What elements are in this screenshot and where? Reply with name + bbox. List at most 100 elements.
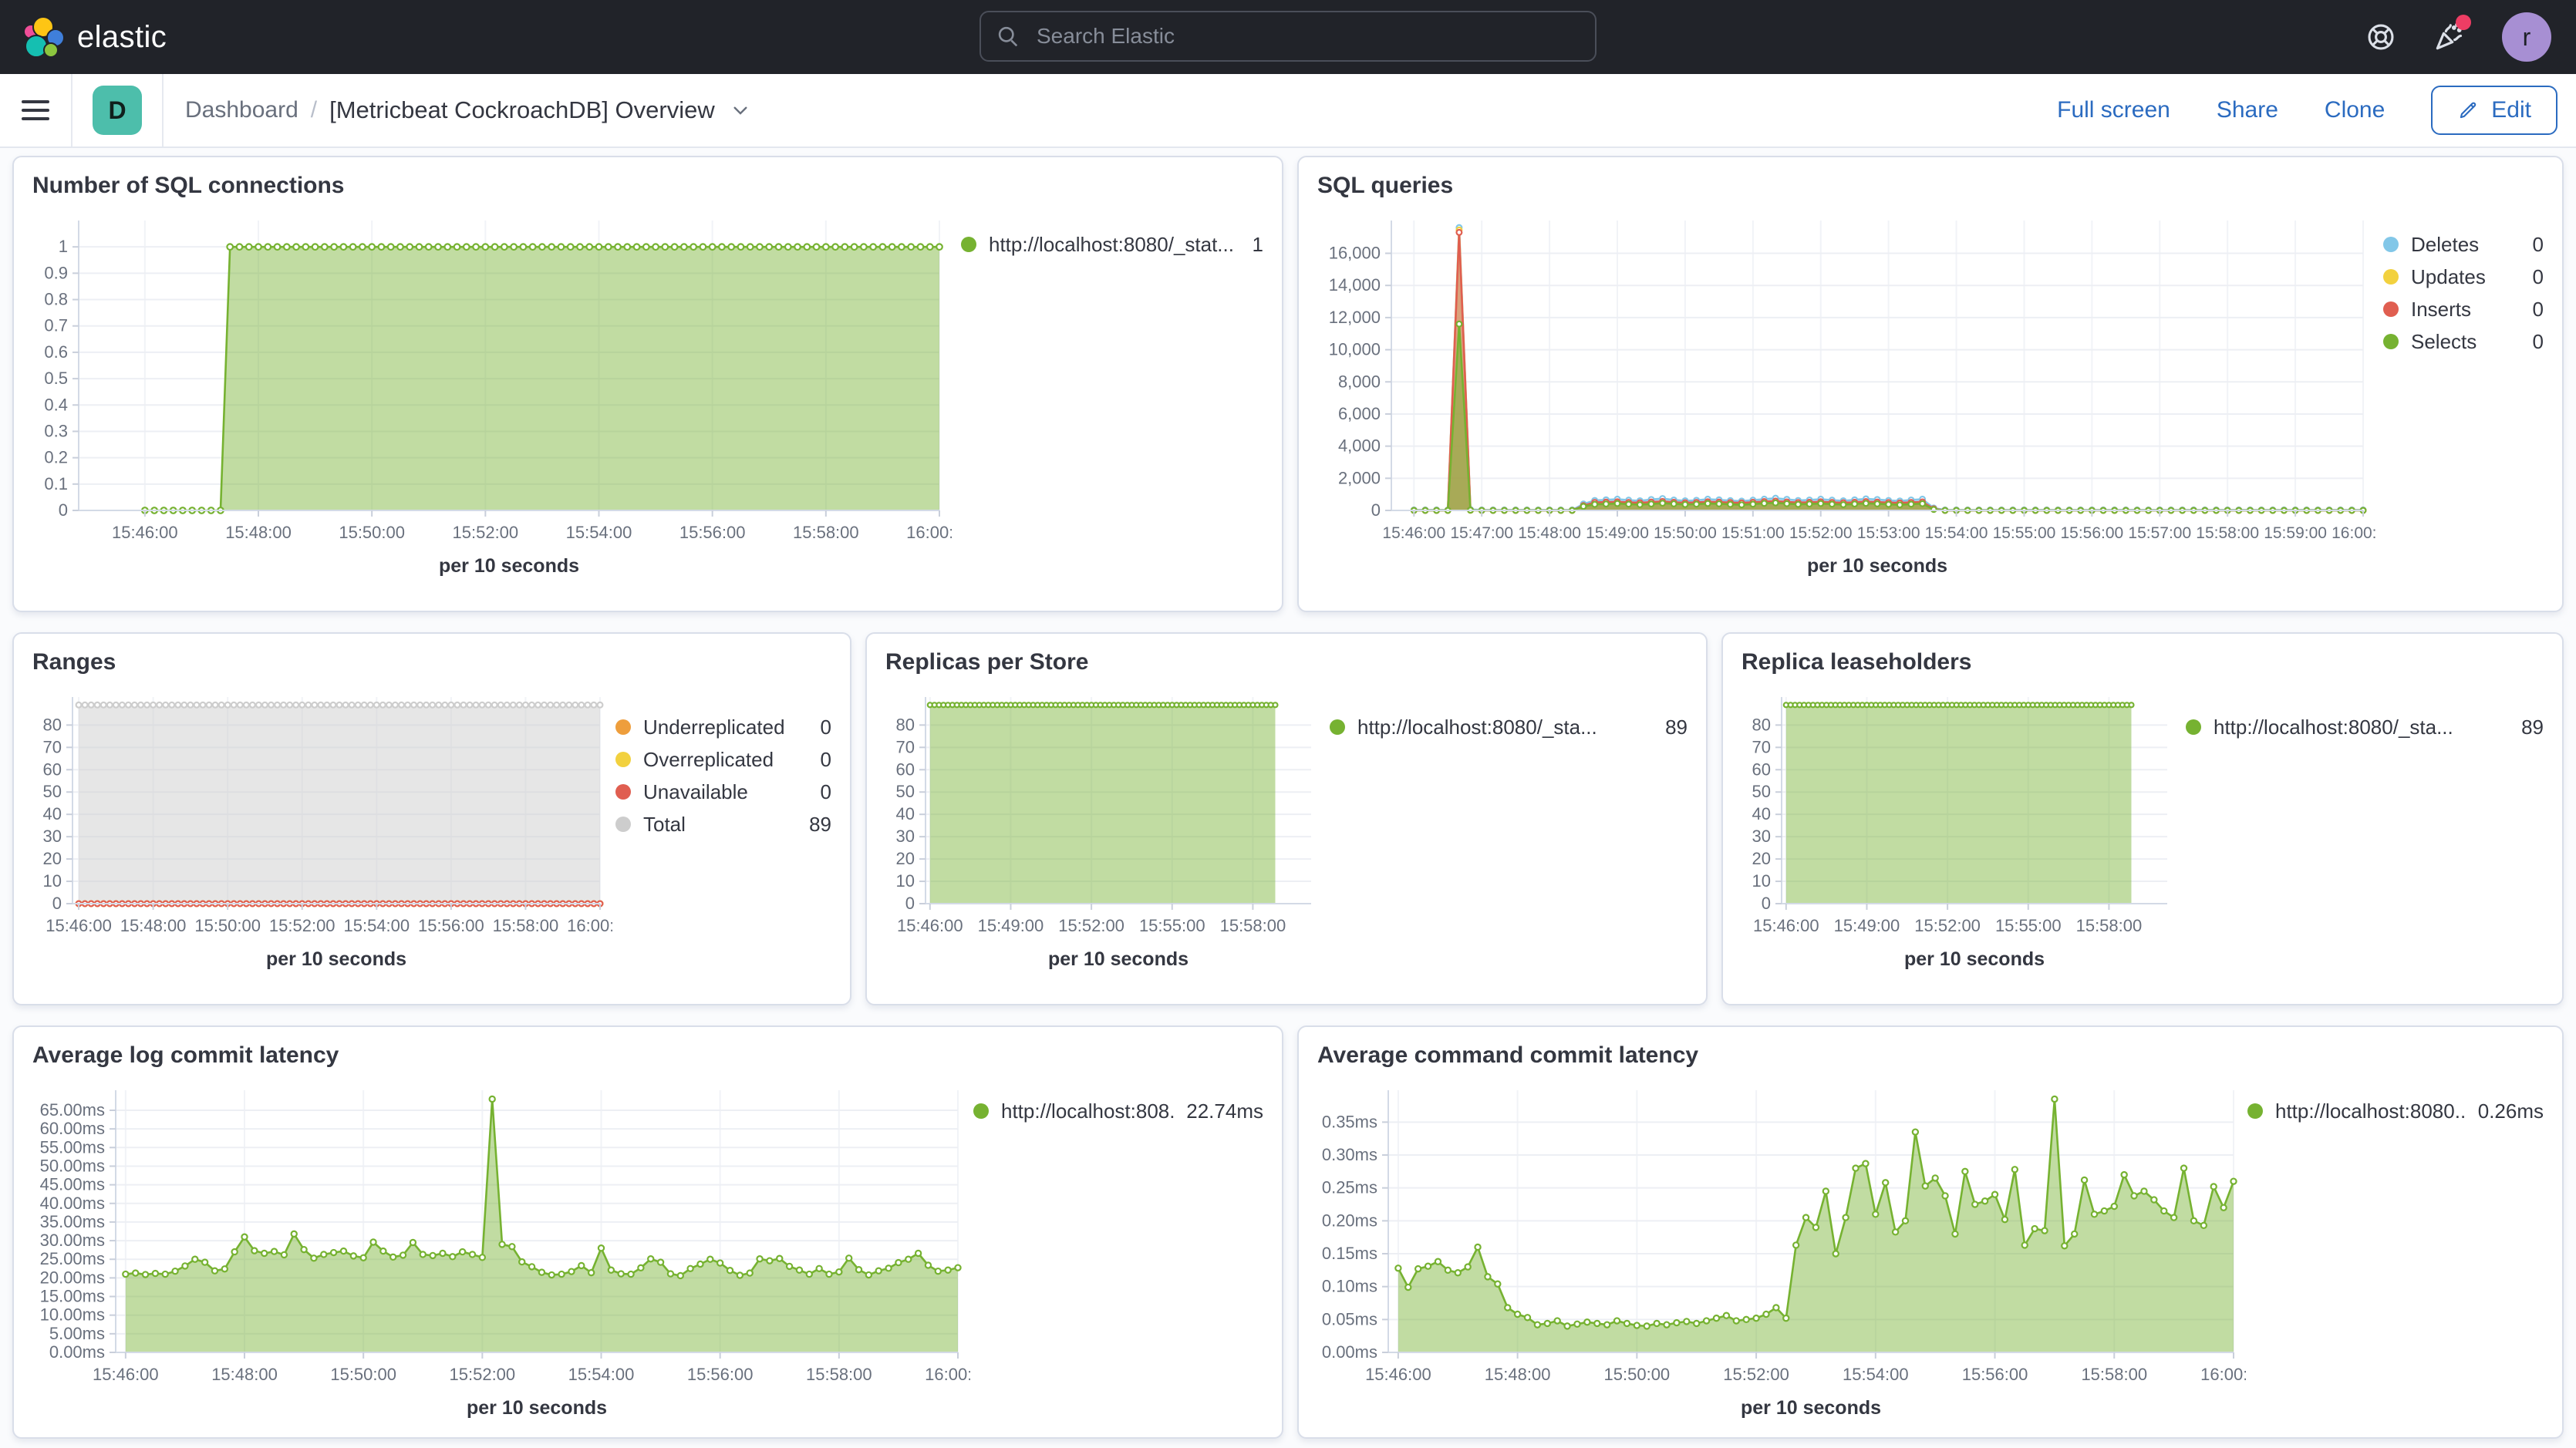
svg-text:15:58:00: 15:58:00 [2076, 916, 2143, 935]
dashboard-app-badge[interactable]: D [93, 86, 142, 135]
svg-text:0: 0 [59, 500, 68, 520]
legend-item[interactable]: Updates0 [2383, 261, 2544, 293]
legend-label: Inserts [2411, 298, 2471, 322]
panel-title: SQL queries [1299, 157, 2562, 202]
help-icon[interactable] [2366, 22, 2396, 52]
top-nav: elastic r [0, 0, 2576, 74]
chevron-down-icon[interactable] [730, 100, 750, 120]
svg-text:15:56:00: 15:56:00 [687, 1365, 754, 1384]
legend-item[interactable]: Overreplicated0 [615, 743, 831, 776]
notification-dot [2456, 15, 2471, 30]
breadcrumb-dashboard[interactable]: Dashboard [185, 97, 298, 123]
legend-swatch [973, 1103, 989, 1119]
svg-text:15.00ms: 15.00ms [40, 1287, 105, 1306]
area-series [930, 705, 1276, 904]
full-screen-button[interactable]: Full screen [2057, 97, 2170, 123]
svg-text:20: 20 [43, 849, 62, 868]
x-axis-title: per 10 seconds [467, 1397, 607, 1419]
svg-text:20: 20 [1752, 849, 1771, 868]
user-avatar[interactable]: r [2502, 12, 2551, 62]
svg-text:55.00ms: 55.00ms [40, 1137, 105, 1157]
menu-hamburger-icon[interactable] [0, 95, 71, 126]
legend-item[interactable]: Selects0 [2383, 325, 2544, 358]
svg-text:15:54:00: 15:54:00 [568, 1365, 635, 1384]
legend-item[interactable]: Inserts0 [2383, 293, 2544, 325]
area-series [145, 247, 939, 510]
legend-label: Underreplicated [643, 716, 785, 739]
area-series [126, 1099, 958, 1352]
newsfeed-icon[interactable] [2433, 21, 2465, 53]
edit-button[interactable]: Edit [2431, 86, 2557, 135]
elastic-brand[interactable]: elastic [0, 16, 167, 58]
svg-text:40.00ms: 40.00ms [40, 1194, 105, 1213]
svg-text:4,000: 4,000 [1338, 436, 1381, 456]
svg-text:50: 50 [1752, 782, 1771, 801]
chart-svg: 0.00ms5.00ms10.00ms15.00ms20.00ms25.00ms… [26, 1072, 970, 1429]
svg-text:15:53:00: 15:53:00 [1857, 524, 1920, 542]
legend-value: 1 [1240, 233, 1263, 257]
svg-text:12,000: 12,000 [1329, 308, 1381, 327]
svg-text:15:46:00: 15:46:00 [93, 1365, 159, 1384]
share-button[interactable]: Share [2217, 97, 2278, 123]
legend-item[interactable]: http://localhost:8080...0.26ms [2247, 1095, 2544, 1127]
svg-text:15:49:00: 15:49:00 [978, 916, 1044, 935]
svg-text:20: 20 [896, 849, 915, 868]
legend-value: 0 [808, 716, 831, 739]
svg-text:15:46:00: 15:46:00 [1382, 524, 1445, 542]
svg-text:0: 0 [905, 894, 915, 913]
legend-item[interactable]: http://localhost:8080/_sta...89 [1330, 711, 1688, 743]
svg-text:50: 50 [43, 782, 62, 801]
svg-text:15:54:00: 15:54:00 [1843, 1365, 1909, 1384]
svg-text:15:58:00: 15:58:00 [793, 523, 859, 542]
panel-title: Average log commit latency [14, 1027, 1282, 1072]
global-search[interactable] [979, 11, 1597, 62]
svg-text:60: 60 [896, 759, 915, 779]
svg-text:15:50:00: 15:50:00 [1604, 1365, 1671, 1384]
legend-value: 89 [1653, 716, 1688, 739]
legend-item[interactable]: http://localhost:808...22.74ms [973, 1095, 1263, 1127]
svg-text:0.25ms: 0.25ms [1322, 1178, 1377, 1197]
panel-replica-leaseholders: Replica leaseholders 0102030405060708015… [1721, 632, 2564, 1005]
legend-sql-queries: Deletes0Updates0Inserts0Selects0 [2383, 228, 2544, 358]
svg-text:0.7: 0.7 [44, 316, 68, 335]
x-axis-title: per 10 seconds [1807, 555, 1947, 577]
legend-label: Total [643, 813, 686, 837]
legend-value: 89 [797, 813, 831, 837]
legend-ranges: Underreplicated 0 Overreplicated0Unavailab… [615, 711, 831, 840]
legend-item[interactable]: Underreplicated 0 [615, 711, 831, 743]
svg-text:20.00ms: 20.00ms [40, 1268, 105, 1287]
svg-text:1: 1 [59, 237, 68, 256]
svg-text:40: 40 [896, 804, 915, 823]
svg-text:16:00:00: 16:00:00 [906, 523, 952, 542]
svg-text:15:58:00: 15:58:00 [2081, 1365, 2147, 1384]
svg-text:15:54:00: 15:54:00 [343, 916, 410, 935]
svg-text:15:50:00: 15:50:00 [1654, 524, 1717, 542]
svg-text:0.5: 0.5 [44, 369, 68, 388]
page-title: [Metricbeat CockroachDB] Overview [329, 96, 715, 124]
panel-sql-connections: Number of SQL connections 00.10.20.30.40… [12, 156, 1283, 612]
legend-swatch [615, 784, 631, 800]
legend-item[interactable]: http://localhost:8080/_sta...89 [2186, 711, 2544, 743]
search-input[interactable] [1033, 22, 1580, 50]
svg-text:14,000: 14,000 [1329, 275, 1381, 295]
svg-text:10.00ms: 10.00ms [40, 1305, 105, 1325]
svg-text:16:00:00: 16:00:00 [2200, 1365, 2246, 1384]
legend-item[interactable]: Deletes0 [2383, 228, 2544, 261]
legend-item[interactable]: http://localhost:8080/_stat...1 [961, 228, 1263, 261]
svg-text:40: 40 [43, 804, 62, 823]
svg-text:15:51:00: 15:51:00 [1721, 524, 1785, 542]
svg-text:15:46:00: 15:46:00 [1365, 1365, 1431, 1384]
svg-text:0.00ms: 0.00ms [49, 1342, 105, 1362]
svg-text:16:00:00: 16:00:00 [925, 1365, 970, 1384]
svg-text:60: 60 [1752, 759, 1771, 779]
panel-sql-queries: SQL queries 02,0004,0006,0008,00010,0001… [1297, 156, 2564, 612]
svg-text:15:48:00: 15:48:00 [225, 523, 292, 542]
svg-text:15:52:00: 15:52:00 [269, 916, 335, 935]
legend-item[interactable]: Total 89 [615, 808, 831, 840]
clone-button[interactable]: Clone [2325, 97, 2385, 123]
legend-swatch [615, 817, 631, 832]
legend-swatch [615, 752, 631, 767]
chart-sql-queries[interactable]: 02,0004,0006,0008,00010,00012,00014,0001… [1311, 202, 2562, 588]
legend-item[interactable]: Unavailable0 [615, 776, 831, 808]
svg-text:0.2: 0.2 [44, 448, 68, 467]
